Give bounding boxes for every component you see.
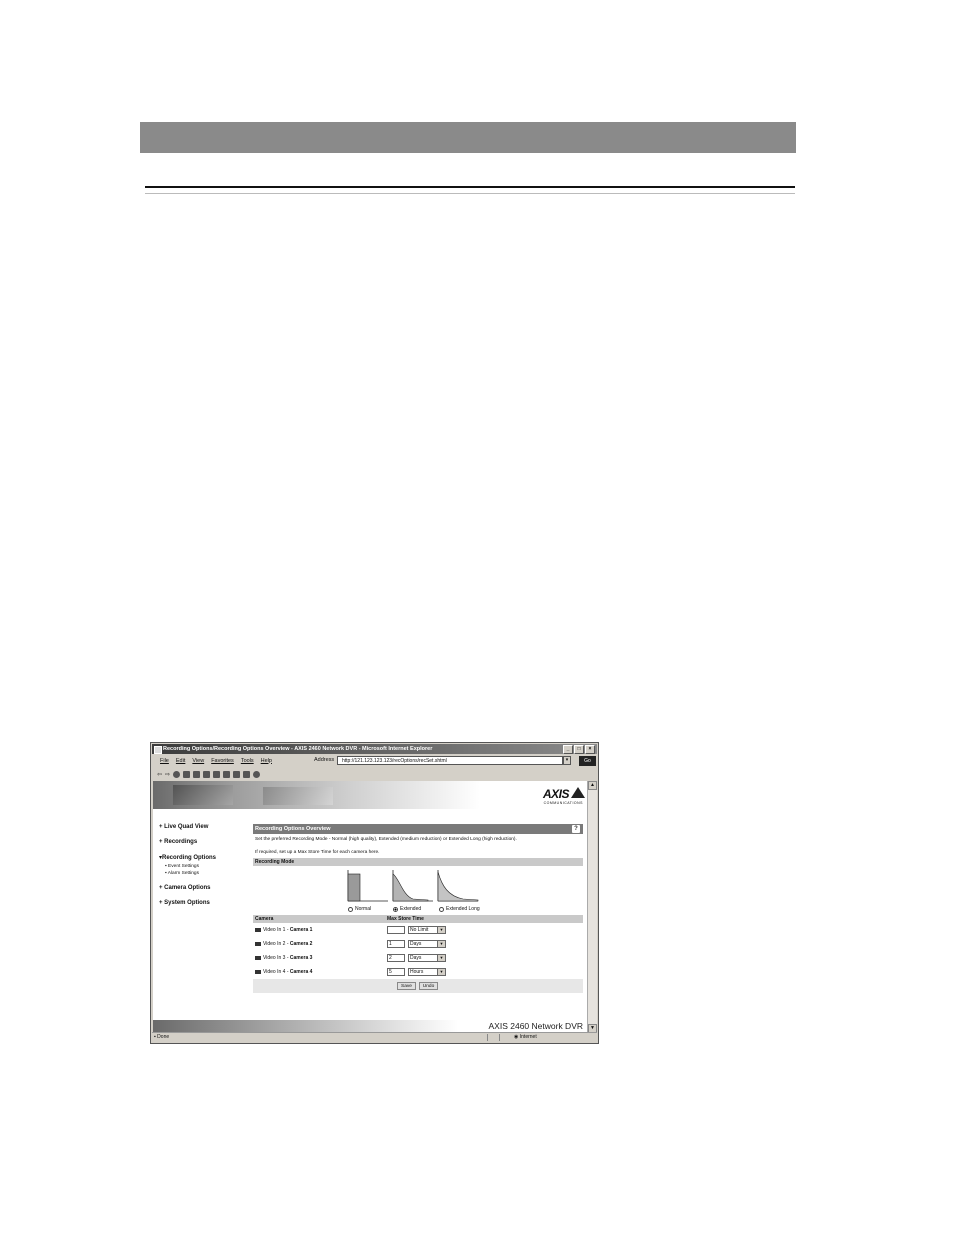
close-button[interactable]: ×	[585, 745, 595, 754]
status-zone: ◉ Internet	[514, 1034, 537, 1040]
nav-camera-options[interactable]: + Camera Options	[159, 885, 249, 891]
menu-file[interactable]: File	[160, 758, 169, 764]
camera-row: Video In 1 - Camera 1 No Limit ▼	[253, 923, 583, 937]
back-icon[interactable]: ⇦	[157, 771, 162, 778]
header-bar	[140, 122, 796, 153]
recording-mode-panel: Normal Extended Extended Long	[253, 866, 583, 915]
menu-tools[interactable]: Tools	[241, 758, 254, 764]
camera-table-header: Camera Max Store Time	[253, 915, 583, 923]
store-time-unit-select[interactable]: Hours ▼	[408, 968, 446, 976]
ie-icon	[154, 746, 162, 754]
search-icon[interactable]	[203, 770, 211, 778]
browser-toolbar: ⇦ ⇨	[152, 768, 597, 780]
section-title: Recording Options Overview	[255, 826, 331, 832]
vertical-scrollbar[interactable]: ▲ ▼	[587, 781, 597, 1033]
side-nav: + Live Quad View + Recordings ▾Recording…	[159, 824, 249, 915]
camera-icon	[255, 955, 261, 960]
help-icon[interactable]: ?	[572, 825, 580, 833]
camera-row: Video In 3 - Camera 3 2 Days ▼	[253, 951, 583, 965]
status-bar: ▪ Done ◉ Internet	[152, 1032, 597, 1042]
browser-window: Recording Options/Recording Options Over…	[150, 742, 599, 1044]
store-time-unit-select[interactable]: Days ▼	[408, 940, 446, 948]
banner-photo	[173, 785, 233, 805]
store-time-input[interactable]: 5	[387, 968, 405, 976]
extended-graph-icon	[392, 870, 433, 902]
axis-logo[interactable]: AXIS	[543, 787, 570, 801]
mode-normal[interactable]: Normal	[348, 906, 371, 912]
maximize-button[interactable]: □	[574, 745, 584, 754]
col-max-store-time: Max Store Time	[387, 916, 424, 922]
nav-alarm-settings[interactable]: ▪ Alarm Settings	[159, 870, 249, 877]
forward-icon[interactable]: ⇨	[165, 771, 170, 778]
menu-view[interactable]: View	[192, 758, 204, 764]
store-time-unit-select[interactable]: Days ▼	[408, 954, 446, 962]
camera-icon	[255, 927, 261, 932]
refresh-icon[interactable]	[183, 770, 191, 778]
nav-recordings[interactable]: + Recordings	[159, 839, 249, 845]
extended-long-graph-icon	[437, 870, 479, 902]
store-time-unit-select[interactable]: No Limit ▼	[408, 926, 446, 934]
favorites-icon[interactable]	[213, 770, 221, 778]
banner-photo-2	[263, 787, 333, 805]
go-button[interactable]: Go	[579, 756, 596, 766]
nav-event-settings[interactable]: ▪ Event Settings	[159, 863, 249, 870]
address-label: Address	[314, 757, 335, 763]
save-button[interactable]: Save	[397, 982, 416, 990]
main-content: Recording Options Overview ? Set the pre…	[253, 824, 583, 993]
store-time-input[interactable]: 1	[387, 940, 405, 948]
description-2: If required, set up a Max Store Time for…	[255, 850, 380, 855]
form-buttons: Save Undo	[253, 979, 583, 993]
address-dropdown-icon[interactable]: ▾	[563, 756, 571, 765]
product-name: AXIS 2460 Network DVR	[488, 1021, 583, 1031]
nav-live-quad-view[interactable]: + Live Quad View	[159, 824, 249, 830]
col-camera: Camera	[255, 916, 274, 922]
chevron-down-icon: ▼	[437, 955, 445, 961]
recording-mode-header: Recording Mode	[253, 858, 583, 866]
status-divider	[487, 1034, 488, 1041]
mail-icon[interactable]	[233, 770, 241, 778]
divider-thin	[145, 193, 795, 194]
mode-extended-radio[interactable]	[393, 906, 398, 912]
chevron-down-icon: ▼	[437, 927, 445, 933]
mode-extended-long[interactable]: Extended Long	[439, 906, 480, 912]
camera-row: Video In 2 - Camera 2 1 Days ▼	[253, 937, 583, 951]
status-text: ▪ Done	[154, 1034, 170, 1040]
print-icon[interactable]	[243, 770, 251, 778]
web-page: AXIS COMMUNICATIONS + Live Quad View + R…	[153, 781, 589, 1033]
camera-icon	[255, 969, 261, 974]
store-time-input[interactable]: 2	[387, 954, 405, 962]
menu-favorites[interactable]: Favorites	[211, 758, 234, 764]
history-icon[interactable]	[223, 770, 231, 778]
mode-extended[interactable]: Extended	[393, 906, 421, 912]
description: Set the preferred Recording Mode - Norma…	[255, 837, 517, 842]
menu-edit[interactable]: Edit	[176, 758, 185, 764]
section-header: Recording Options Overview ?	[253, 824, 583, 834]
scroll-up-icon[interactable]: ▲	[588, 781, 597, 790]
status-divider	[499, 1034, 500, 1041]
axis-logo-subtitle: COMMUNICATIONS	[543, 801, 583, 805]
nav-recording-options[interactable]: ▾Recording Options	[159, 854, 249, 861]
camera-icon	[255, 941, 261, 946]
normal-graph-icon	[347, 870, 388, 902]
divider-thick	[145, 186, 795, 188]
address-input[interactable]: http://121.123.123.123/recOptions/recSet…	[337, 756, 563, 765]
window-title: Recording Options/Recording Options Over…	[163, 746, 433, 752]
nav-system-options[interactable]: + System Options	[159, 900, 249, 906]
chevron-down-icon: ▼	[437, 941, 445, 947]
axis-logo-triangle-icon	[571, 787, 585, 798]
camera-row: Video In 4 - Camera 4 5 Hours ▼	[253, 965, 583, 979]
mode-graphs	[347, 870, 479, 902]
mode-normal-radio[interactable]	[348, 906, 353, 912]
menu-help[interactable]: Help	[261, 758, 272, 764]
mode-extended-long-radio[interactable]	[439, 906, 444, 912]
minimize-button[interactable]: _	[563, 745, 573, 754]
chevron-down-icon: ▼	[437, 969, 445, 975]
home-icon[interactable]	[193, 770, 201, 778]
store-time-input[interactable]	[387, 926, 405, 934]
stop-icon[interactable]	[173, 770, 181, 778]
window-titlebar: Recording Options/Recording Options Over…	[152, 744, 597, 754]
edit-icon[interactable]	[253, 770, 261, 778]
undo-button[interactable]: Undo	[419, 982, 438, 990]
top-banner: AXIS COMMUNICATIONS	[153, 781, 589, 809]
